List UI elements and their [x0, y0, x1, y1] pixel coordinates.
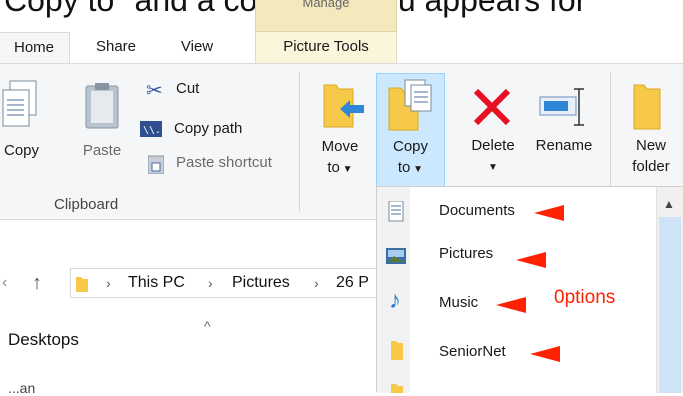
copy-to-button[interactable]: Copy to ▼	[376, 73, 445, 187]
up-arrow-icon[interactable]: ↑	[32, 270, 42, 296]
clipboard-icon	[85, 83, 119, 129]
red-arrow-annotation	[534, 205, 564, 221]
copy-button[interactable]: Copy	[0, 70, 64, 180]
cut-label: Cut	[176, 80, 200, 97]
menu-item-label: SeniorNet	[439, 343, 506, 360]
copy-path-icon: \\...	[140, 121, 162, 137]
menu-item-label: Music	[439, 294, 479, 311]
scroll-thumb[interactable]	[659, 217, 681, 393]
folder-icon	[391, 341, 403, 360]
breadcrumb-separator-icon: ›	[314, 275, 319, 291]
menu-item-label: Pictures	[439, 245, 494, 262]
copy-to-label-2: to	[397, 159, 411, 176]
red-arrow-annotation	[516, 252, 546, 268]
delete-button[interactable]: Delete ▼	[460, 73, 526, 187]
paste-button[interactable]: Paste	[70, 70, 134, 180]
move-folder-icon	[323, 84, 364, 128]
red-arrow-annotation	[496, 297, 526, 313]
manage-tab-header: Manage	[255, 0, 397, 32]
tab-home[interactable]: Home	[0, 32, 70, 63]
ribbon-tabs: Home Share View Picture Tools	[0, 32, 683, 63]
folder-icon	[76, 277, 88, 292]
delete-label: Delete	[471, 137, 515, 154]
move-to-label-1: Move	[321, 138, 359, 155]
move-to-label-2: to	[327, 159, 340, 176]
dropdown-arrow-icon: ▼	[339, 164, 353, 175]
menu-item-label: Documents	[439, 202, 515, 219]
breadcrumb-current-folder[interactable]: 26 P	[336, 270, 369, 296]
breadcrumb-pictures[interactable]: Pictures	[232, 270, 290, 296]
cut-button[interactable]: ✂ Cut	[146, 78, 286, 102]
copy-path-button[interactable]: \\... Copy path	[140, 118, 286, 142]
paste-shortcut-button[interactable]: Paste shortcut	[146, 152, 291, 176]
new-folder-label-1: New	[635, 137, 666, 154]
new-folder-button[interactable]: New folder	[618, 73, 683, 187]
svg-text:\\...: \\...	[143, 125, 162, 136]
rename-button[interactable]: Rename	[528, 73, 600, 187]
tab-share[interactable]: Share	[80, 32, 152, 63]
manage-label: Manage	[302, 0, 350, 10]
group-divider	[299, 72, 300, 212]
breadcrumb-this-pc[interactable]: This PC	[128, 270, 185, 296]
delete-x-icon	[473, 88, 511, 126]
tab-view[interactable]: View	[166, 32, 228, 63]
tab-picture-tools[interactable]: Picture Tools	[255, 32, 397, 63]
scroll-up-icon[interactable]: ▲	[663, 197, 675, 211]
rename-label: Rename	[535, 137, 593, 154]
paste-shortcut-icon	[148, 155, 164, 174]
menu-scrollbar[interactable]: ▲	[656, 187, 683, 393]
menu-item-documents[interactable]: Documents	[377, 193, 656, 233]
new-folder-icon	[633, 84, 661, 130]
new-folder-label-2: folder	[632, 158, 670, 175]
move-to-button[interactable]: Move to ▼	[310, 73, 372, 187]
copy-folder-icon	[388, 79, 432, 131]
breadcrumb-separator-icon: ›	[208, 275, 213, 291]
pictures-icon	[386, 248, 406, 264]
copy-icon	[2, 80, 37, 127]
music-note-icon: ♪	[389, 287, 401, 314]
clipboard-group-label: Clipboard	[54, 196, 119, 213]
dropdown-arrow-icon: ▼	[488, 162, 498, 173]
paste-label: Paste	[82, 142, 122, 159]
menu-item-seniornet[interactable]: SeniorNet	[377, 334, 656, 374]
copy-path-label: Copy path	[174, 120, 243, 137]
collapse-chevron-icon[interactable]: ^	[204, 318, 211, 334]
rename-icon	[539, 88, 584, 126]
copy-label: Copy	[4, 142, 40, 159]
documents-icon	[388, 201, 404, 222]
options-annotation: 0ptions	[554, 287, 616, 308]
back-chevron-icon[interactable]: ‹	[2, 270, 7, 296]
copy-to-label-1: Copy	[392, 138, 429, 155]
address-field[interactable]	[70, 268, 376, 298]
dropdown-arrow-icon: ▼	[410, 164, 424, 175]
breadcrumb-separator-icon: ›	[106, 275, 111, 291]
nav-item-partial[interactable]: ...an	[8, 380, 35, 396]
scissors-icon: ✂	[146, 80, 163, 102]
nav-item-desktops[interactable]: Desktops	[8, 330, 79, 350]
paste-shortcut-label: Paste shortcut	[176, 154, 272, 171]
red-arrow-annotation	[530, 346, 560, 362]
